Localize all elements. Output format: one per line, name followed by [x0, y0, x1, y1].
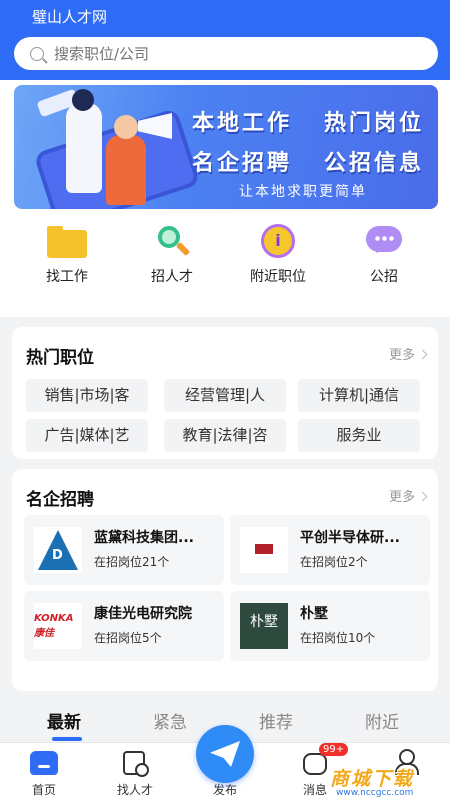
nav-label: 发布: [212, 783, 237, 797]
company-logo: D: [34, 527, 82, 573]
company-logo: KONKA康佳: [34, 603, 82, 649]
job-tag[interactable]: 经营管理|人: [164, 379, 286, 412]
search-input[interactable]: [54, 44, 394, 63]
post-button[interactable]: [196, 725, 254, 783]
company-card[interactable]: D 蓝黛科技集团... 在招岗位21个: [24, 515, 224, 585]
company-name: 康佳光电研究院: [94, 606, 192, 622]
nav-label: 首页: [31, 783, 56, 797]
hot-jobs-card: 热门职位 更多 销售|市场|客 经营管理|人 计算机|通信 广告|媒体|艺 教育…: [12, 327, 438, 459]
quick-link-label: 附近职位: [250, 269, 306, 285]
company-job-count: 在招岗位21个: [94, 555, 170, 569]
tab-urgent[interactable]: 紧急: [153, 708, 187, 733]
famous-companies-more-link[interactable]: 更多: [388, 486, 428, 505]
hot-jobs-title: 热门职位: [26, 348, 94, 368]
message-badge: 99+: [319, 743, 349, 756]
company-name: 蓝黛科技集团...: [94, 530, 194, 546]
banner-line: 本地工作: [192, 111, 293, 136]
job-tag[interactable]: 计算机|通信: [298, 379, 420, 412]
more-label: 更多: [388, 348, 415, 363]
chevron-right-icon: [417, 349, 428, 360]
quick-link-label: 招人才: [151, 269, 193, 285]
message-icon: [303, 753, 327, 775]
company-name: 朴墅: [300, 606, 328, 622]
company-card[interactable]: 朴墅 朴墅 在招岗位10个: [230, 591, 430, 661]
nav-label: 找人才: [116, 783, 153, 797]
company-card[interactable]: KONKA康佳 康佳光电研究院 在招岗位5个: [24, 591, 224, 661]
info-icon: i: [258, 222, 298, 260]
company-name: 平创半导体研...: [300, 530, 400, 546]
top-header: 璧山人才网: [0, 0, 450, 80]
company-job-count: 在招岗位10个: [300, 631, 376, 645]
company-job-count: 在招岗位2个: [300, 555, 368, 569]
quick-link-label: 找工作: [46, 269, 88, 285]
search-bar[interactable]: [14, 37, 438, 70]
job-tag[interactable]: 服务业: [298, 419, 420, 452]
famous-companies-title: 名企招聘: [26, 490, 94, 510]
app-title: 璧山人才网: [32, 8, 108, 26]
chevron-right-icon: [417, 491, 428, 502]
hot-jobs-more-link[interactable]: 更多: [388, 344, 428, 363]
banner-line: 公招信息: [324, 151, 425, 176]
job-tag[interactable]: 广告|媒体|艺: [26, 419, 148, 452]
quick-link-label: 公招: [370, 269, 398, 285]
banner-subtitle: 让本地求职更简单: [239, 184, 367, 200]
tab-recommended[interactable]: 推荐: [259, 708, 293, 733]
job-tag[interactable]: 销售|市场|客: [26, 379, 148, 412]
tab-latest[interactable]: 最新: [47, 708, 81, 733]
banner-line: 热门岗位: [324, 111, 425, 136]
search-icon: [30, 46, 44, 61]
company-logo: [240, 527, 288, 573]
banner-person-illustration: [66, 89, 102, 193]
quick-link-public[interactable]: 公招: [329, 222, 439, 286]
paper-plane-icon: [210, 741, 240, 767]
company-job-count: 在招岗位5个: [94, 631, 162, 645]
watermark-title: 商城下载: [330, 768, 415, 790]
folder-icon: [47, 222, 87, 260]
banner-person-illustration: [106, 115, 146, 205]
company-logo: 朴墅: [240, 603, 288, 649]
more-label: 更多: [388, 490, 415, 505]
famous-companies-card: 名企招聘 更多 D 蓝黛科技集团... 在招岗位21个 平创半导体研... 在招…: [12, 469, 438, 691]
active-tab-indicator: [52, 737, 82, 741]
home-icon: [30, 751, 58, 775]
job-tag[interactable]: 教育|法律|咨: [164, 419, 286, 452]
resume-search-icon: [123, 751, 149, 777]
chat-icon: [364, 222, 404, 260]
watermark: 商城下载 www.nccgcc.com: [330, 764, 448, 798]
banner-line: 名企招聘: [192, 151, 293, 176]
magnifier-icon: [152, 222, 192, 260]
company-card[interactable]: 平创半导体研... 在招岗位2个: [230, 515, 430, 585]
tab-nearby[interactable]: 附近: [365, 708, 399, 733]
watermark-url: www.nccgcc.com: [336, 788, 414, 798]
quick-link-recruit[interactable]: 招人才: [117, 222, 227, 286]
promo-banner[interactable]: 本地工作 热门岗位 名企招聘 公招信息 让本地求职更简单: [14, 85, 438, 209]
quick-link-find-job[interactable]: 找工作: [12, 222, 122, 286]
quick-link-nearby[interactable]: i 附近职位: [223, 222, 333, 286]
